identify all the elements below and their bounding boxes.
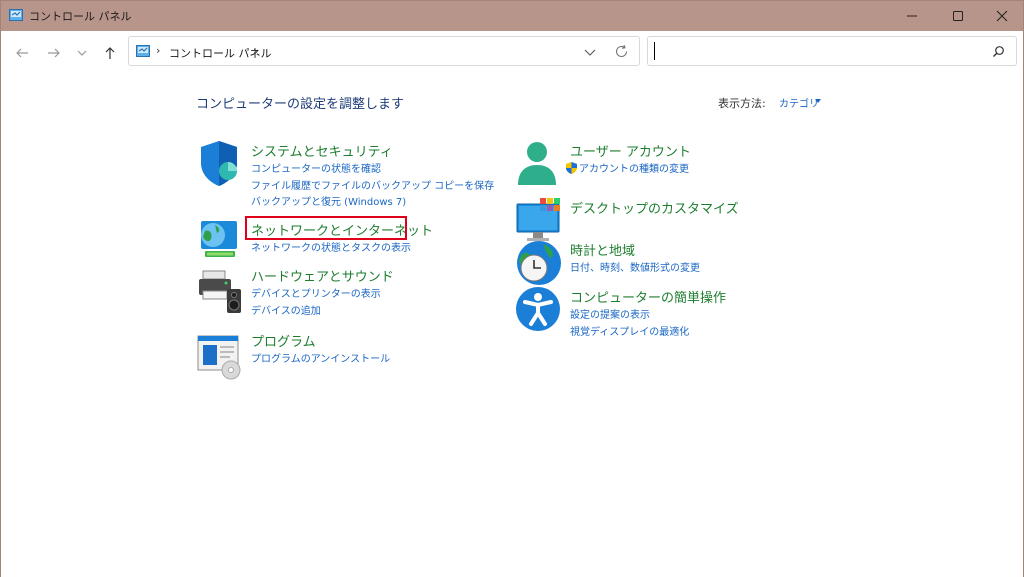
breadcrumb-separator[interactable]: › [156,44,160,57]
suggested-settings-link[interactable]: 設定の提案の表示 [570,308,689,325]
window-title: コントロール パネル [29,10,132,23]
up-button[interactable] [100,43,120,63]
optimize-display-link[interactable]: 視覚ディスプレイの最適化 [570,325,689,342]
date-time-format-link[interactable]: 日付、時刻、数値形式の変更 [570,261,700,278]
clock-region-title[interactable]: 時計と地域 [570,240,635,259]
minimize-icon [907,15,917,17]
search-input[interactable] [654,42,984,60]
user-account-icon[interactable] [516,141,562,187]
close-button[interactable] [979,1,1024,31]
clock-globe-icon[interactable] [516,240,562,286]
caret-down-icon[interactable] [815,99,821,103]
devices-printers-link[interactable]: デバイスとプリンターの表示 [251,287,381,304]
back-button[interactable] [12,43,32,63]
breadcrumb-separator[interactable]: › [253,44,257,57]
close-icon [996,10,1008,22]
title-bar[interactable]: コントロール パネル [1,1,1023,31]
control-panel-icon [136,45,150,57]
arrow-left-icon [16,48,28,58]
control-panel-icon [9,9,23,21]
desktop-customization-title[interactable]: デスクトップのカスタマイズ [570,198,739,217]
recent-locations-button[interactable] [72,43,92,63]
navigation-bar: › コントロール パネル › [1,31,1023,75]
address-bar[interactable]: › コントロール パネル › [128,36,640,66]
uac-shield-icon [566,162,577,174]
accessibility-icon[interactable] [516,287,562,333]
arrow-right-icon [48,48,60,58]
maximize-button[interactable] [935,1,981,31]
file-history-link[interactable]: ファイル履歴でファイルのバックアップ コピーを保存 [251,179,494,196]
search-box[interactable] [647,36,1017,66]
view-by-dropdown[interactable]: カテゴリ [779,95,819,110]
shield-icon[interactable] [197,141,243,187]
minimize-button[interactable] [889,1,935,31]
programs-icon[interactable] [197,334,243,380]
user-accounts-title[interactable]: ユーザー アカウント [570,141,691,160]
network-status-link[interactable]: ネットワークの状態とタスクの表示 [251,241,411,258]
search-icon[interactable] [992,45,1005,58]
forward-button[interactable] [44,43,64,63]
desktop-monitor-icon[interactable] [516,198,562,244]
refresh-icon[interactable] [614,44,629,59]
change-account-type-link[interactable]: アカウントの種類の変更 [566,162,689,179]
check-status-link[interactable]: コンピューターの状態を確認 [251,162,494,179]
chevron-down-icon[interactable] [583,45,597,59]
highlight-box [245,216,407,240]
printer-speaker-icon[interactable] [197,269,243,315]
hardware-sound-title[interactable]: ハードウェアとサウンド [251,266,394,285]
programs-title[interactable]: プログラム [251,331,316,350]
control-panel-window: コントロール パネル › コントロール パネル › コンピューターの設定を調整し… [0,0,1024,577]
system-security-title[interactable]: システムとセキュリティ [251,141,393,160]
uninstall-program-link[interactable]: プログラムのアンインストール [251,352,390,369]
chevron-down-icon [77,50,87,56]
maximize-icon [953,11,963,21]
view-by-label: 表示方法: [718,97,766,110]
content-area: コンピューターの設定を調整します 表示方法: カテゴリ システムとセキュリティ … [1,75,1023,577]
add-device-link[interactable]: デバイスの追加 [251,304,381,321]
change-account-type-label: アカウントの種類の変更 [579,164,689,175]
page-title: コンピューターの設定を調整します [196,97,405,112]
ease-of-access-title[interactable]: コンピューターの簡単操作 [570,287,726,306]
network-globe-icon[interactable] [197,217,243,263]
backup-restore-link[interactable]: バックアップと復元 (Windows 7) [251,195,494,212]
arrow-up-icon [105,47,115,59]
